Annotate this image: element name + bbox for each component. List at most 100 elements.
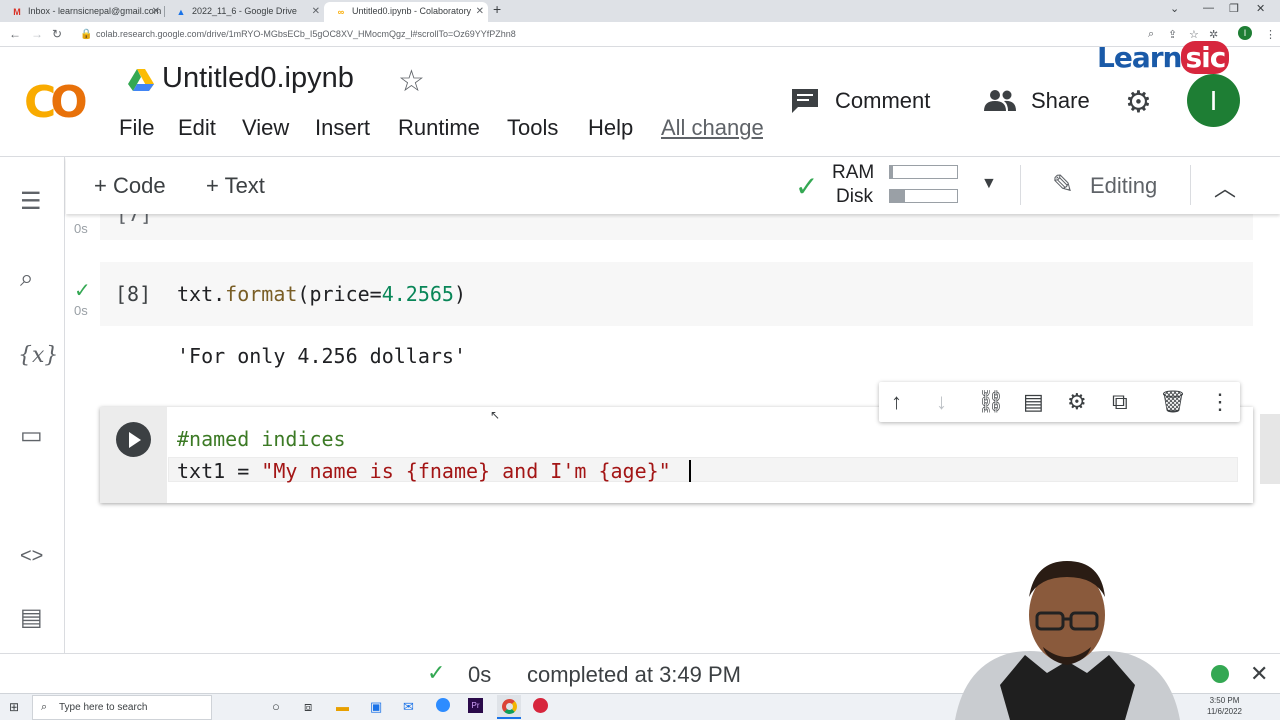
window-close-icon[interactable]: ✕ — [1256, 2, 1265, 15]
ram-label[interactable]: RAM — [832, 162, 874, 184]
menu-help[interactable]: Help — [588, 115, 633, 141]
menu-file[interactable]: File — [119, 115, 154, 141]
table-of-contents-icon[interactable]: ☰ — [20, 187, 42, 216]
comment-cell-icon[interactable]: ▤ — [1023, 389, 1044, 415]
code-comment[interactable]: #named indices — [177, 427, 346, 451]
collapse-header-icon[interactable]: ︿ — [1214, 171, 1236, 203]
more-options-icon[interactable]: ⋮ — [1209, 389, 1231, 415]
share-page-icon[interactable]: ⇪ — [1168, 28, 1177, 41]
save-status-link[interactable]: All changes saved — [661, 115, 763, 141]
webcam-presenter-image — [955, 561, 1180, 720]
url-field[interactable]: colab.research.google.com/drive/1mRYO-MG… — [96, 29, 516, 39]
taskbar-search-input[interactable]: ⌕ Type here to search — [32, 695, 212, 720]
add-code-button[interactable]: + Code — [94, 173, 166, 199]
browser-tab-strip: M Inbox - learnsicnepal@gmail.com ✕ ▲ 20… — [0, 0, 1280, 22]
connected-check-icon: ✓ — [795, 171, 819, 202]
close-icon[interactable]: ✕ — [152, 6, 160, 17]
menu-view[interactable]: View — [242, 115, 289, 141]
zoom-app-icon[interactable] — [436, 698, 450, 712]
editing-mode-button[interactable]: Editing — [1090, 173, 1157, 199]
folder-icon[interactable]: ▭ — [20, 421, 43, 450]
tab-drive[interactable]: ▲ 2022_11_6 - Google Drive ✕ — [164, 2, 324, 22]
run-cell-button[interactable] — [116, 422, 151, 457]
restore-icon[interactable]: ❐ — [1229, 2, 1239, 15]
mail-icon[interactable]: ✉ — [403, 699, 414, 715]
delete-icon[interactable]: 🗑 — [1159, 389, 1187, 415]
file-explorer-icon[interactable]: ▬ — [336, 699, 349, 714]
chrome-icon — [502, 699, 517, 714]
menu-runtime[interactable]: Runtime — [398, 115, 480, 141]
zoom-icon[interactable]: ⌕ — [1148, 28, 1154, 41]
store-icon[interactable]: ▣ — [370, 699, 382, 715]
back-icon[interactable]: ← — [9, 27, 21, 41]
chrome-taskbar-button[interactable] — [497, 695, 521, 719]
minimize-icon[interactable]: — — [1203, 2, 1214, 14]
move-up-icon[interactable]: ↑ — [891, 389, 902, 415]
windows-start-icon[interactable]: ⊞ — [9, 700, 19, 714]
disk-usage-bar[interactable] — [889, 189, 958, 203]
tab-gmail[interactable]: M Inbox - learnsicnepal@gmail.com ✕ — [0, 2, 164, 22]
reload-icon[interactable]: ↻ — [52, 27, 62, 41]
forward-icon[interactable]: → — [31, 27, 43, 41]
star-icon[interactable]: ☆ — [398, 64, 425, 99]
menu-tools[interactable]: Tools — [507, 115, 558, 141]
google-drive-icon[interactable] — [128, 69, 154, 91]
extensions-icon[interactable]: ✲ — [1209, 28, 1218, 41]
browser-menu-icon[interactable]: ⋮ — [1265, 28, 1276, 41]
settings-gear-icon[interactable]: ⚙ — [1125, 85, 1152, 120]
text-cursor — [689, 460, 691, 482]
bookmark-star-icon[interactable]: ☆ — [1189, 28, 1199, 41]
search-icon[interactable]: ⌕ — [20, 265, 33, 293]
cortana-icon[interactable]: ○ — [272, 699, 280, 714]
pencil-icon[interactable]: ✎ — [1052, 169, 1074, 200]
cell-8-output: 'For only 4.256 dollars' — [177, 344, 466, 368]
cell-settings-icon[interactable]: ⚙ — [1067, 389, 1087, 415]
tab-label: Inbox - learnsicnepal@gmail.com — [28, 6, 162, 16]
close-icon[interactable]: ✕ — [312, 6, 320, 17]
status-message[interactable]: completed at 3:49 PM — [527, 662, 741, 688]
people-icon[interactable] — [984, 89, 1016, 111]
mirror-cell-icon[interactable]: ⧉ — [1112, 389, 1128, 415]
tab-label: 2022_11_6 - Google Drive — [192, 6, 297, 16]
premiere-icon[interactable]: Pr — [468, 698, 483, 713]
share-button[interactable]: Share — [1031, 88, 1090, 114]
code-cell-7[interactable] — [100, 214, 1253, 240]
recorder-icon[interactable] — [533, 698, 548, 713]
colab-header: CO Untitled0.ipynb ☆ File Edit View Inse… — [0, 41, 1280, 157]
lock-icon[interactable]: 🔒 — [80, 29, 92, 40]
profile-avatar[interactable]: I — [1238, 26, 1252, 40]
comment-icon[interactable] — [790, 87, 820, 115]
colab-logo[interactable]: CO — [24, 77, 88, 128]
account-avatar[interactable]: I — [1187, 74, 1240, 127]
tab-search-icon[interactable]: ⌄ — [1170, 2, 1179, 15]
move-down-icon[interactable]: ↓ — [936, 389, 947, 415]
menu-insert[interactable]: Insert — [315, 115, 370, 141]
link-icon[interactable]: ⛓ — [977, 389, 1005, 415]
menu-edit[interactable]: Edit — [178, 115, 216, 141]
notebook-title[interactable]: Untitled0.ipynb — [162, 62, 354, 95]
code-line-2[interactable]: txt1 = "My name is {fname} and I'm {age}… — [177, 459, 671, 483]
disk-label[interactable]: Disk — [836, 186, 873, 208]
close-icon[interactable]: ✕ — [476, 6, 484, 17]
close-status-icon[interactable]: ✕ — [1250, 661, 1268, 687]
taskbar-clock[interactable]: 3:50 PM 11/6/2022 — [1207, 695, 1242, 717]
status-check-icon: ✓ — [427, 660, 446, 685]
resources-dropdown-icon[interactable]: ▼ — [981, 175, 997, 193]
scrollbar-thumb[interactable] — [1260, 414, 1280, 484]
mouse-pointer-icon: ↖ — [490, 408, 501, 422]
connection-status-icon[interactable] — [1211, 665, 1229, 683]
ram-usage-bar[interactable] — [889, 165, 958, 179]
code-token: txt. — [177, 282, 226, 306]
variables-icon[interactable]: {x} — [18, 343, 58, 368]
left-sidebar: ☰ ⌕ {x} ▭ <> ▤ — [0, 157, 65, 653]
cell-exec-time: 0s — [74, 221, 88, 236]
comment-button[interactable]: Comment — [835, 88, 930, 114]
tab-colab[interactable]: ∞ Untitled0.ipynb - Colaboratory ✕ — [324, 2, 488, 22]
code-snippets-icon[interactable]: <> — [20, 545, 43, 568]
task-view-icon[interactable]: ⧈ — [304, 699, 312, 715]
tab-label: Untitled0.ipynb - Colaboratory — [352, 6, 472, 16]
cell-8-source[interactable]: txt.format(price=4.2565) — [177, 282, 466, 306]
add-text-button[interactable]: + Text — [206, 173, 265, 199]
new-tab-button[interactable]: + — [493, 1, 501, 17]
terminal-icon[interactable]: ▤ — [20, 603, 43, 632]
